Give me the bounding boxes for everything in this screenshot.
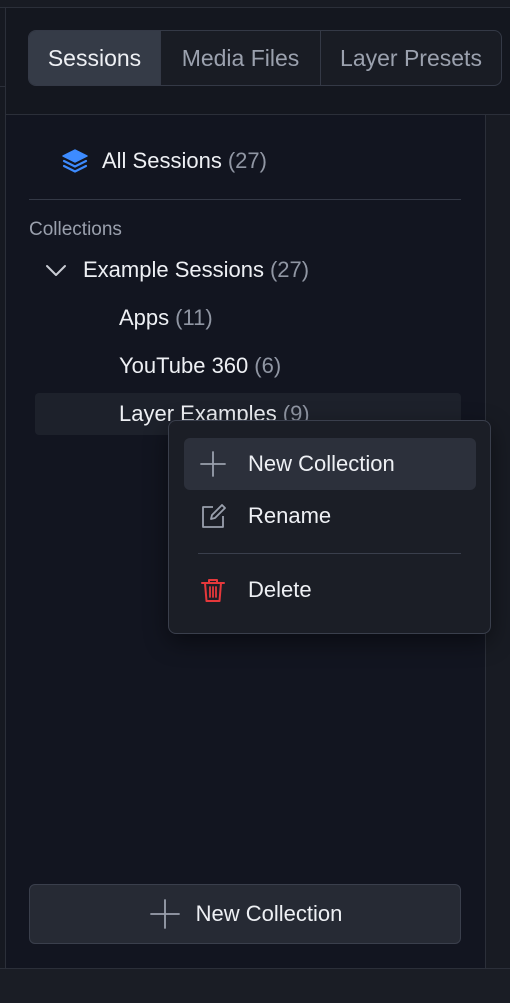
collection-count: (6) — [254, 353, 282, 378]
plus-icon — [198, 449, 228, 479]
collection-label: Apps — [119, 305, 170, 330]
layers-icon — [60, 146, 90, 176]
collections-heading: Collections — [29, 219, 122, 240]
all-sessions-label: All Sessions — [102, 148, 222, 173]
collection-count: (27) — [269, 257, 310, 282]
context-menu: New Collection Rename Delete — [168, 420, 491, 634]
left-edge-mark — [0, 86, 6, 87]
window-top-edge — [0, 0, 510, 8]
tab-sessions[interactable]: Sessions — [29, 31, 161, 85]
menu-item-label: Rename — [248, 503, 332, 528]
tab-layer-presets[interactable]: Layer Presets — [321, 31, 501, 85]
collection-label: Example Sessions — [83, 257, 264, 282]
new-collection-button[interactable]: New Collection — [29, 884, 461, 944]
menu-item-new-collection[interactable]: New Collection — [184, 438, 476, 490]
bottom-bar — [0, 968, 510, 1003]
menu-item-label: Delete — [248, 577, 312, 602]
collection-count: (11) — [175, 305, 213, 330]
collection-apps[interactable]: Apps (11) — [119, 298, 213, 338]
chevron-down-icon[interactable] — [40, 254, 72, 286]
trash-icon — [198, 575, 228, 605]
menu-item-label: New Collection — [248, 451, 395, 476]
collection-youtube-360[interactable]: YouTube 360 (6) — [119, 346, 281, 386]
tab-bar: Sessions Media Files Layer Presets — [28, 30, 502, 86]
all-sessions-count: (27) — [227, 148, 267, 173]
menu-item-rename[interactable]: Rename — [184, 490, 476, 542]
new-collection-label: New Collection — [195, 901, 343, 926]
menu-item-delete[interactable]: Delete — [184, 564, 476, 616]
section-divider — [29, 199, 461, 200]
tab-media-files[interactable]: Media Files — [161, 31, 321, 85]
edit-icon — [198, 501, 228, 531]
collection-label: YouTube 360 — [119, 353, 249, 378]
all-sessions-item[interactable]: All Sessions (27) — [60, 142, 267, 180]
collection-example-sessions[interactable]: Example Sessions (27) — [40, 250, 309, 290]
menu-separator — [198, 553, 461, 554]
plus-icon — [148, 897, 182, 931]
